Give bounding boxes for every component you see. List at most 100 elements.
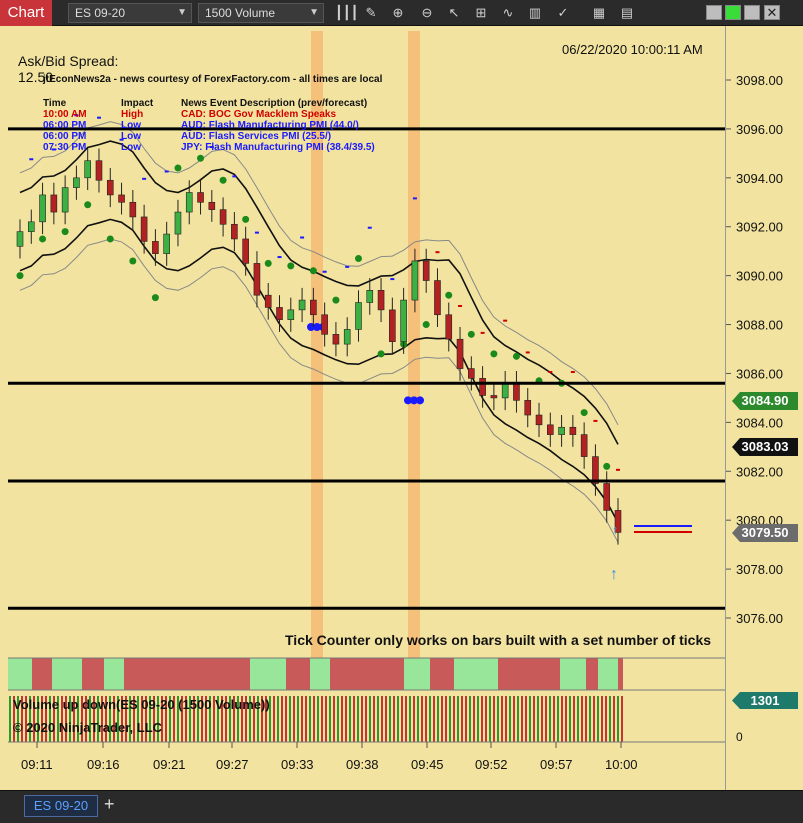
volume-up-segment <box>560 658 586 690</box>
bar-type-icon[interactable]: ┃┃┃ <box>335 4 358 22</box>
candle-body <box>219 209 227 225</box>
candle-body <box>524 400 532 416</box>
signal-dot <box>197 154 205 162</box>
candle-body <box>422 260 430 281</box>
instrument-tab-strip: ES 09-20 + <box>0 790 803 823</box>
strategies-icon[interactable]: ▥ <box>526 4 544 22</box>
candle-body <box>287 309 295 320</box>
candle-body <box>264 294 272 308</box>
candle-body <box>84 160 91 179</box>
time-tick-label: 09:21 <box>153 757 186 772</box>
maximize-button[interactable] <box>744 5 760 20</box>
candle-body <box>377 290 385 311</box>
zoom-in-icon[interactable]: ⊕ <box>389 4 407 22</box>
candle-body <box>445 314 453 340</box>
price-tick-label: 3076.00 <box>736 611 783 626</box>
trend-tick <box>390 278 395 281</box>
trend-tick <box>616 468 620 471</box>
candle-body <box>152 241 159 254</box>
time-tick-label: 09:16 <box>87 757 120 772</box>
candle-body <box>197 192 204 203</box>
trend-tick <box>435 251 440 254</box>
candle-body <box>27 221 35 232</box>
news-row-impact: Low <box>121 142 141 153</box>
candle-body <box>355 302 362 330</box>
candle-body <box>456 338 464 369</box>
chart-style-icon[interactable]: ✓ <box>554 4 572 22</box>
candle-body <box>276 307 283 320</box>
price-marker-black: 3083.03 <box>732 438 798 456</box>
signal-dot <box>61 228 69 236</box>
signal-dot <box>422 321 430 329</box>
interval-selector[interactable]: 1500 Volume ▼ <box>198 3 324 23</box>
news-col-impact: Impact <box>121 98 154 109</box>
candle-body <box>332 334 340 345</box>
time-tick-label: 10:00 <box>605 757 638 772</box>
trend-tick <box>300 236 305 239</box>
candle-body <box>603 483 611 511</box>
news-row-impact: Low <box>121 120 141 131</box>
candle-body <box>558 426 565 435</box>
chevron-down-icon: ▼ <box>177 7 187 18</box>
news-row-desc: AUD: Flash Manufacturing PMI (44.0/) <box>181 120 359 131</box>
news-row-impact: High <box>121 109 144 120</box>
signal-dot <box>39 235 47 243</box>
candle-body <box>39 194 46 223</box>
candle-body <box>400 299 407 342</box>
crosshair-icon[interactable]: ⊞ <box>472 4 490 22</box>
signal-dot <box>151 294 159 302</box>
trend-tick <box>503 319 508 322</box>
properties-icon[interactable]: ▦ <box>590 4 608 22</box>
trend-tick <box>164 170 169 173</box>
candle-body <box>513 382 520 401</box>
tick-counter-message: Tick Counter only works on bars built wi… <box>285 632 712 648</box>
signal-dot <box>512 352 520 360</box>
trend-tick <box>96 116 101 119</box>
minimize-button[interactable] <box>706 5 722 20</box>
close-button[interactable]: ✕ <box>764 5 780 20</box>
chart-toolbar: Chart ES 09-20 ▼ 1500 Volume ▼ ┃┃┃ ✎ ⊕ ⊖… <box>0 0 803 26</box>
chart-menu-button[interactable]: Chart <box>0 0 52 26</box>
news-col-time: Time <box>43 98 67 109</box>
add-tab-icon[interactable]: + <box>104 794 115 815</box>
time-tick-label: 09:33 <box>281 757 314 772</box>
signal-dot <box>242 215 250 223</box>
signal-dot <box>309 267 317 275</box>
link-button[interactable] <box>725 5 741 20</box>
price-tick-label: 3096.00 <box>736 122 783 137</box>
price-tick-label: 3088.00 <box>736 318 783 333</box>
volume-up-segment <box>250 658 286 690</box>
candle-body <box>174 211 182 235</box>
indicators-icon[interactable]: ∿ <box>499 4 517 22</box>
drawing-tools-icon[interactable]: ✎ <box>362 4 380 22</box>
pointer-icon[interactable]: ↖ <box>445 4 463 22</box>
trend-tick <box>142 177 147 180</box>
data-box-icon[interactable]: ▤ <box>618 4 636 22</box>
zoom-out-icon[interactable]: ⊖ <box>418 4 436 22</box>
candle-body <box>547 424 554 435</box>
price-chart-panel[interactable]: ↑ ↑ 09:11 09:16 09:21 09:27 09:33 09:38 09:45 0… <box>0 26 803 790</box>
time-tick-label: 09:27 <box>216 757 249 772</box>
signal-dot <box>467 330 475 338</box>
signal-dot <box>264 259 272 267</box>
volume-up-segment <box>404 658 430 690</box>
news-time-band <box>408 31 420 658</box>
candle-body <box>592 456 599 484</box>
instrument-selector[interactable]: ES 09-20 ▼ <box>68 3 192 23</box>
trend-tick <box>570 371 575 374</box>
candle-body <box>185 192 193 213</box>
price-tick-label: 3086.00 <box>736 366 783 381</box>
signal-dot <box>580 409 588 417</box>
swing-dot <box>416 396 424 405</box>
chevron-down-icon: ▼ <box>309 7 319 18</box>
news-row-time: 10:00 AM <box>43 109 87 120</box>
candle-body <box>298 299 306 311</box>
trend-tick <box>412 197 417 200</box>
candle-body <box>231 223 238 240</box>
buy-signal-arrow-icon: ↑ <box>612 522 619 537</box>
instrument-tab[interactable]: ES 09-20 <box>24 795 98 817</box>
candle-body <box>434 280 441 316</box>
instrument-value: ES 09-20 <box>75 6 126 20</box>
time-axis[interactable]: 09:11 09:16 09:21 09:27 09:33 09:38 09:45 09:52… <box>21 742 638 772</box>
price-axis[interactable]: 3098.00 3096.00 3094.00 3092.00 3090.00 3088.… <box>725 26 803 790</box>
